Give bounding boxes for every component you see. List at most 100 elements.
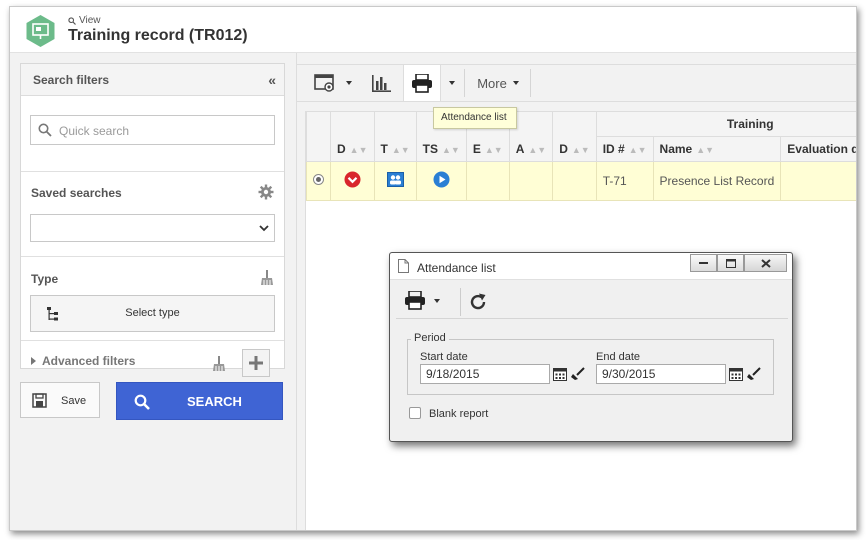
column-header-ts[interactable]: TS ▲▼ <box>415 136 467 162</box>
sort-icon: ▲▼ <box>528 144 547 155</box>
sort-icon: ▲▼ <box>571 144 590 155</box>
status-dropdown-icon <box>344 171 361 188</box>
eraser-icon <box>747 367 761 380</box>
search-button[interactable]: SEARCH <box>116 382 283 420</box>
bar-chart-icon <box>372 74 391 92</box>
sort-icon: ▲▼ <box>391 144 410 155</box>
eraser-icon <box>571 367 585 380</box>
toolbar-divider <box>464 69 465 97</box>
window-controls <box>690 254 787 272</box>
clear-filter-icon[interactable] <box>212 356 226 372</box>
advanced-filters-label: Advanced filters <box>42 354 136 368</box>
dialog-toolbar <box>396 284 788 319</box>
records-table: Training D ▲▼ T ▲▼ TS ▲▼ E ▲▼ A ▲▼ D ▲▼ ID # ▲▼… <box>306 111 856 201</box>
table-header-row: D ▲▼ T ▲▼ TS ▲▼ E ▲▼ A ▲▼ D ▲▼ ID # ▲▼ Name ▲▼ E… <box>306 136 856 162</box>
divider <box>21 171 284 172</box>
row-evaluation-date-cell <box>780 161 856 201</box>
column-header-evaluation-date[interactable]: Evaluation date▲▼ <box>780 136 856 162</box>
print-button[interactable] <box>403 65 441 101</box>
gear-icon[interactable] <box>258 184 274 200</box>
divider <box>21 256 284 257</box>
page-title: Training record (TR012) <box>68 27 248 44</box>
printer-icon <box>412 73 432 93</box>
maximize-button[interactable] <box>717 254 744 272</box>
add-filter-button[interactable] <box>242 349 270 377</box>
chevron-down-icon <box>434 298 440 303</box>
column-header-name[interactable]: Name ▲▼ <box>652 136 782 162</box>
more-menu-button[interactable]: More <box>467 65 529 101</box>
breadcrumb[interactable]: View <box>68 15 101 26</box>
period-label: Period <box>411 332 449 344</box>
start-date-input[interactable]: 9/18/2015 <box>420 364 550 384</box>
training-group-header: Training <box>595 111 856 137</box>
play-icon <box>433 171 450 188</box>
training-logo-icon <box>26 15 55 47</box>
calendar-icon <box>729 368 743 381</box>
view-mode-button[interactable] <box>303 65 363 101</box>
select-type-button[interactable]: Select type <box>30 295 275 332</box>
chevron-down-icon <box>449 81 455 85</box>
search-icon <box>38 123 52 137</box>
dialog-print-button[interactable] <box>404 291 440 310</box>
advanced-filters-toggle[interactable]: Advanced filters <box>31 354 135 368</box>
saved-searches-select[interactable] <box>30 214 275 242</box>
saved-searches-label: Saved searches <box>31 186 122 200</box>
end-date-label: End date <box>596 351 641 363</box>
chevron-down-icon <box>512 81 519 85</box>
close-icon <box>760 258 771 268</box>
save-label: Save <box>61 395 87 407</box>
view-list-icon <box>314 74 334 92</box>
column-header-t[interactable]: T ▲▼ <box>373 136 417 162</box>
minimize-icon <box>699 261 708 264</box>
sort-icon: ▲▼ <box>442 144 460 155</box>
chevron-down-icon <box>254 215 274 241</box>
printer-icon <box>405 291 425 310</box>
column-header-a[interactable]: A ▲▼ <box>508 136 554 162</box>
end-date-clear-button[interactable] <box>745 364 763 384</box>
chevron-down-icon <box>346 81 352 85</box>
page-header: View Training record (TR012) <box>10 7 856 53</box>
toolbar: More <box>297 64 856 102</box>
attendance-list-dialog: Attendance list Period Start date 9/18/2… <box>389 252 793 442</box>
sort-icon: ▲▼ <box>628 145 647 155</box>
sort-icon: ▲▼ <box>484 144 503 155</box>
start-date-calendar-button[interactable] <box>551 364 569 384</box>
column-header-d[interactable]: D ▲▼ <box>330 136 375 162</box>
clear-filter-icon[interactable] <box>260 270 274 286</box>
search-filters-panel: Search filters « Quick search Saved sear… <box>20 63 285 377</box>
table-row[interactable]: T-71 Presence List Record <box>306 161 856 201</box>
column-header-d2[interactable]: D ▲▼ <box>552 136 597 162</box>
column-header-id[interactable]: ID # ▲▼ <box>595 136 654 162</box>
save-button[interactable]: Save <box>20 382 100 418</box>
start-date-clear-button[interactable] <box>569 364 587 384</box>
column-header-e[interactable]: E ▲▼ <box>465 136 510 162</box>
close-button[interactable] <box>744 254 787 272</box>
search-icon <box>134 394 150 410</box>
dialog-title: Attendance list <box>417 261 496 275</box>
save-icon <box>32 393 47 408</box>
blank-report-checkbox[interactable] <box>409 407 421 419</box>
end-date-input[interactable]: 9/30/2015 <box>596 364 726 384</box>
type-label: Type <box>31 272 59 286</box>
end-date-calendar-button[interactable] <box>727 364 745 384</box>
toolbar-divider <box>460 288 461 316</box>
left-panel: Search filters « Quick search Saved sear… <box>10 53 297 530</box>
breadcrumb-label: View <box>79 15 101 26</box>
print-menu-button[interactable] <box>443 65 461 101</box>
collapse-icon[interactable]: « <box>268 72 276 88</box>
dialog-titlebar[interactable]: Attendance list <box>390 253 792 280</box>
minimize-button[interactable] <box>690 254 717 272</box>
people-icon <box>386 172 404 187</box>
divider <box>21 340 284 341</box>
toolbar-divider <box>530 69 531 97</box>
row-select-radio[interactable] <box>306 161 331 201</box>
chart-button[interactable] <box>365 65 397 101</box>
start-date-label: Start date <box>420 351 468 363</box>
document-icon <box>398 259 409 273</box>
blank-report-label: Blank report <box>429 408 489 420</box>
sort-icon: ▲▼ <box>696 145 715 155</box>
search-icon <box>68 16 76 25</box>
quick-search-input[interactable]: Quick search <box>30 115 275 145</box>
maximize-icon <box>725 258 736 268</box>
refresh-icon[interactable] <box>468 292 488 312</box>
